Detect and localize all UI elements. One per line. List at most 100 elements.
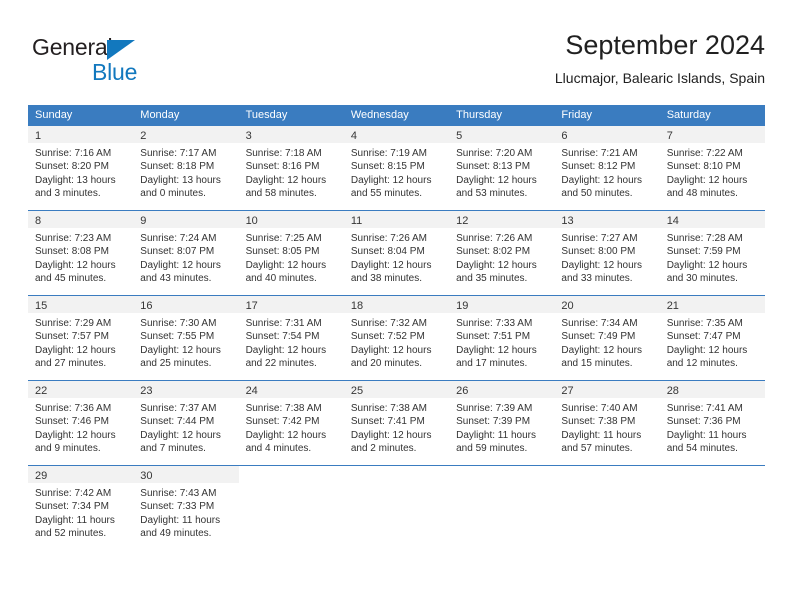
day-details: Sunrise: 7:38 AM Sunset: 7:41 PM Daylight:… (344, 398, 449, 462)
day-details: Sunrise: 7:33 AM Sunset: 7:51 PM Daylight:… (449, 313, 554, 377)
daylight-duration-line1: Daylight: 12 hours (456, 174, 537, 186)
calendar-day-cell[interactable]: 2 Sunrise: 7:17 AM Sunset: 8:18 PM Daylight… (133, 126, 239, 210)
daylight-duration-line2: and 48 minutes. (666, 188, 738, 200)
sunrise-time: Sunrise: 7:37 AM (140, 403, 217, 414)
sunrise-time: Sunrise: 7:39 AM (456, 403, 533, 414)
calendar-day-cell[interactable]: 15 Sunrise: 7:29 AM Sunset: 7:57 PM Dayligh… (28, 296, 134, 380)
sunset-time: Sunset: 8:10 PM (666, 161, 741, 173)
calendar-day-cell[interactable]: 12 Sunrise: 7:26 AM Sunset: 8:02 PM Dayligh… (449, 211, 555, 295)
daylight-duration-line1: Daylight: 12 hours (561, 174, 643, 186)
calendar-day-cell[interactable]: 7 Sunrise: 7:22 AM Sunset: 8:10 PM Daylight… (659, 126, 765, 210)
weekday-header-thursday: Thursday (456, 109, 502, 121)
calendar-day-cell[interactable]: 29 Sunrise: 7:42 AM Sunset: 7:34 PM Dayligh… (28, 466, 134, 550)
day-number: 16 (140, 300, 153, 312)
calendar-day-cell[interactable]: 20 Sunrise: 7:34 AM Sunset: 7:49 PM Dayligh… (554, 296, 660, 380)
day-details: Sunrise: 7:37 AM Sunset: 7:44 PM Daylight:… (133, 398, 238, 462)
day-details: Sunrise: 7:18 AM Sunset: 8:16 PM Daylight:… (239, 143, 344, 207)
day-number-band: 20 (554, 296, 660, 313)
day-number: 1 (35, 130, 42, 142)
sunset-time: Sunset: 7:49 PM (561, 331, 636, 343)
sunset-time: Sunset: 8:07 PM (140, 246, 215, 258)
day-details: Sunrise: 7:28 AM Sunset: 7:59 PM Daylight:… (660, 228, 765, 292)
daylight-duration-line1: Daylight: 12 hours (350, 344, 432, 356)
sunset-time: Sunset: 8:15 PM (350, 161, 425, 173)
triangle-icon (107, 40, 135, 60)
sunrise-time: Sunrise: 7:34 AM (561, 318, 638, 329)
sunrise-time: Sunrise: 7:26 AM (456, 233, 533, 244)
weekday-header-sunday: Sunday (35, 109, 73, 121)
calendar-day-cell[interactable]: 26 Sunrise: 7:39 AM Sunset: 7:39 PM Dayligh… (449, 381, 555, 465)
calendar-day-cell[interactable]: 18 Sunrise: 7:32 AM Sunset: 7:52 PM Dayligh… (343, 296, 450, 380)
calendar-day-cell[interactable]: 10 Sunrise: 7:25 AM Sunset: 8:05 PM Dayligh… (238, 211, 344, 295)
calendar-day-cell[interactable]: 11 Sunrise: 7:26 AM Sunset: 8:04 PM Dayligh… (343, 211, 450, 295)
calendar-day-cell-empty (660, 466, 765, 550)
calendar-day-cell[interactable]: 19 Sunrise: 7:33 AM Sunset: 7:51 PM Dayligh… (449, 296, 555, 380)
general-blue-logo: General Blue (32, 34, 182, 92)
day-number-band: 29 (28, 466, 134, 483)
calendar-day-cell[interactable]: 24 Sunrise: 7:38 AM Sunset: 7:42 PM Dayligh… (238, 381, 344, 465)
sunset-time: Sunset: 7:59 PM (666, 246, 741, 258)
calendar-grid: Sunday Monday Tuesday Wednesday Thursday… (28, 105, 765, 550)
calendar-day-cell[interactable]: 21 Sunrise: 7:35 AM Sunset: 7:47 PM Dayligh… (659, 296, 765, 380)
day-details: Sunrise: 7:25 AM Sunset: 8:05 PM Daylight:… (239, 228, 344, 292)
calendar-day-cell[interactable]: 14 Sunrise: 7:28 AM Sunset: 7:59 PM Dayligh… (659, 211, 765, 295)
day-number: 9 (140, 215, 147, 227)
daylight-duration-line2: and 57 minutes. (561, 443, 633, 455)
logo-text-blue: Blue (92, 59, 138, 85)
day-number-band: 14 (659, 211, 765, 228)
sunrise-time: Sunrise: 7:36 AM (35, 403, 112, 414)
calendar-day-cell[interactable]: 13 Sunrise: 7:27 AM Sunset: 8:00 PM Dayligh… (554, 211, 660, 295)
daylight-duration-line2: and 15 minutes. (561, 358, 633, 370)
calendar-day-cell[interactable]: 6 Sunrise: 7:21 AM Sunset: 8:12 PM Daylight… (554, 126, 660, 210)
calendar-day-cell[interactable]: 8 Sunrise: 7:23 AM Sunset: 8:08 PM Daylight… (28, 211, 134, 295)
day-number-band: 4 (343, 126, 450, 143)
sunset-time: Sunset: 8:18 PM (140, 161, 215, 173)
day-number-band: 24 (238, 381, 344, 398)
calendar-day-cell[interactable]: 28 Sunrise: 7:41 AM Sunset: 7:36 PM Dayligh… (659, 381, 765, 465)
day-number-band: 17 (238, 296, 344, 313)
sunset-time: Sunset: 7:51 PM (456, 331, 531, 343)
day-details: Sunrise: 7:34 AM Sunset: 7:49 PM Daylight:… (554, 313, 659, 377)
sunset-time: Sunset: 8:00 PM (561, 246, 636, 258)
daylight-duration-line1: Daylight: 12 hours (35, 259, 116, 271)
day-details: Sunrise: 7:43 AM Sunset: 7:33 PM Daylight:… (133, 483, 238, 547)
calendar-day-cell[interactable]: 5 Sunrise: 7:20 AM Sunset: 8:13 PM Daylight… (449, 126, 555, 210)
day-number-band: 8 (28, 211, 134, 228)
calendar-day-cell[interactable]: 23 Sunrise: 7:37 AM Sunset: 7:44 PM Dayligh… (133, 381, 239, 465)
day-number: 3 (245, 130, 252, 142)
calendar-day-cell[interactable]: 22 Sunrise: 7:36 AM Sunset: 7:46 PM Dayligh… (28, 381, 134, 465)
daylight-duration-line2: and 59 minutes. (456, 443, 528, 455)
calendar-day-cell[interactable]: 9 Sunrise: 7:24 AM Sunset: 8:07 PM Daylight… (133, 211, 239, 295)
calendar-day-cell[interactable]: 30 Sunrise: 7:43 AM Sunset: 7:33 PM Dayligh… (133, 466, 239, 550)
calendar-day-cell[interactable]: 4 Sunrise: 7:19 AM Sunset: 8:15 PM Daylight… (343, 126, 450, 210)
calendar-day-cell[interactable]: 1 Sunrise: 7:16 AM Sunset: 8:20 PM Daylight… (28, 126, 134, 210)
sunrise-time: Sunrise: 7:20 AM (456, 148, 533, 159)
sunrise-time: Sunrise: 7:27 AM (561, 233, 638, 244)
daylight-duration-line1: Daylight: 12 hours (35, 344, 116, 356)
day-number: 20 (561, 300, 574, 312)
day-number: 29 (35, 470, 48, 482)
day-number: 25 (350, 385, 364, 397)
calendar-day-cell[interactable]: 16 Sunrise: 7:30 AM Sunset: 7:55 PM Dayligh… (133, 296, 239, 380)
daylight-duration-line2: and 27 minutes. (35, 358, 107, 370)
calendar-day-cell[interactable]: 3 Sunrise: 7:18 AM Sunset: 8:16 PM Daylight… (238, 126, 344, 210)
daylight-duration-line1: Daylight: 11 hours (561, 429, 642, 441)
daylight-duration-line1: Daylight: 11 hours (140, 514, 221, 526)
day-number: 14 (666, 215, 679, 227)
daylight-duration-line1: Daylight: 12 hours (140, 429, 221, 441)
sunrise-time: Sunrise: 7:23 AM (35, 233, 112, 244)
calendar-day-cell[interactable]: 17 Sunrise: 7:31 AM Sunset: 7:54 PM Dayligh… (238, 296, 344, 380)
calendar-day-cell[interactable]: 25 Sunrise: 7:38 AM Sunset: 7:41 PM Dayligh… (343, 381, 450, 465)
daylight-duration-line1: Daylight: 12 hours (666, 259, 748, 271)
day-number-band: 30 (133, 466, 239, 483)
day-number: 2 (140, 130, 147, 142)
day-number-band: 27 (554, 381, 660, 398)
weekday-header-row: Sunday Monday Tuesday Wednesday Thursday… (28, 105, 765, 126)
sunrise-time: Sunrise: 7:17 AM (140, 148, 217, 159)
calendar-day-cell[interactable]: 27 Sunrise: 7:40 AM Sunset: 7:38 PM Dayligh… (554, 381, 660, 465)
sunrise-time: Sunrise: 7:29 AM (35, 318, 112, 329)
day-number-band: 1 (28, 126, 134, 143)
sunrise-time: Sunrise: 7:38 AM (245, 403, 322, 414)
daylight-duration-line2: and 20 minutes. (350, 358, 423, 370)
daylight-duration-line1: Daylight: 11 hours (666, 429, 747, 441)
